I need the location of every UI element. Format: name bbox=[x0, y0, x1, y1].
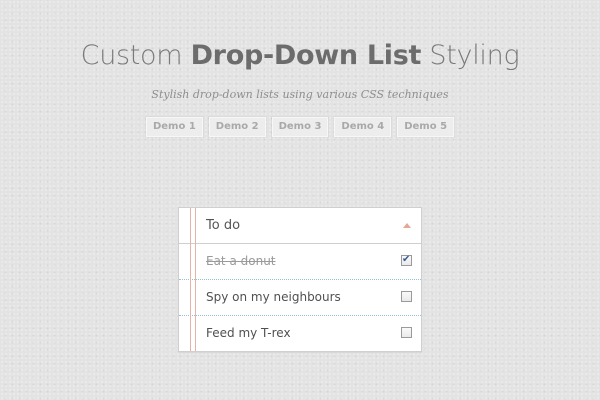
demo-link-1[interactable]: Demo 1 bbox=[145, 117, 203, 137]
demo-link-2[interactable]: Demo 2 bbox=[208, 117, 266, 137]
todo-checkbox[interactable] bbox=[401, 253, 412, 267]
dropdown-label: To do bbox=[206, 218, 241, 233]
title-prefix: Custom bbox=[80, 40, 191, 71]
list-item[interactable]: Eat a donut bbox=[179, 244, 421, 280]
demo-link-4[interactable]: Demo 4 bbox=[334, 117, 392, 137]
demo-link-5[interactable]: Demo 5 bbox=[397, 117, 455, 137]
dropdown-list: Eat a donut Spy on my neighbours Feed my… bbox=[179, 244, 421, 351]
list-item[interactable]: Feed my T-rex bbox=[179, 316, 421, 351]
page-subtitle: Stylish drop-down lists using various CS… bbox=[151, 88, 449, 101]
title-strong: Drop-Down List bbox=[190, 40, 422, 71]
list-item-label: Spy on my neighbours bbox=[206, 290, 341, 304]
todo-dropdown: To do Eat a donut Spy on my neighbours F… bbox=[178, 207, 422, 352]
demo-link-3[interactable]: Demo 3 bbox=[271, 117, 329, 137]
todo-checkbox[interactable] bbox=[401, 327, 412, 338]
list-item-label: Eat a donut bbox=[206, 254, 276, 268]
title-suffix: Styling bbox=[421, 40, 520, 71]
chevron-up-icon bbox=[403, 223, 411, 228]
todo-checkbox[interactable] bbox=[401, 291, 412, 302]
page-title: Custom Drop-Down List Styling bbox=[0, 40, 600, 71]
list-item-label: Feed my T-rex bbox=[206, 326, 291, 340]
demo-nav: Demo 1 Demo 2 Demo 3 Demo 4 Demo 5 bbox=[0, 117, 600, 137]
dropdown-toggle[interactable]: To do bbox=[179, 208, 421, 244]
list-item[interactable]: Spy on my neighbours bbox=[179, 280, 421, 316]
